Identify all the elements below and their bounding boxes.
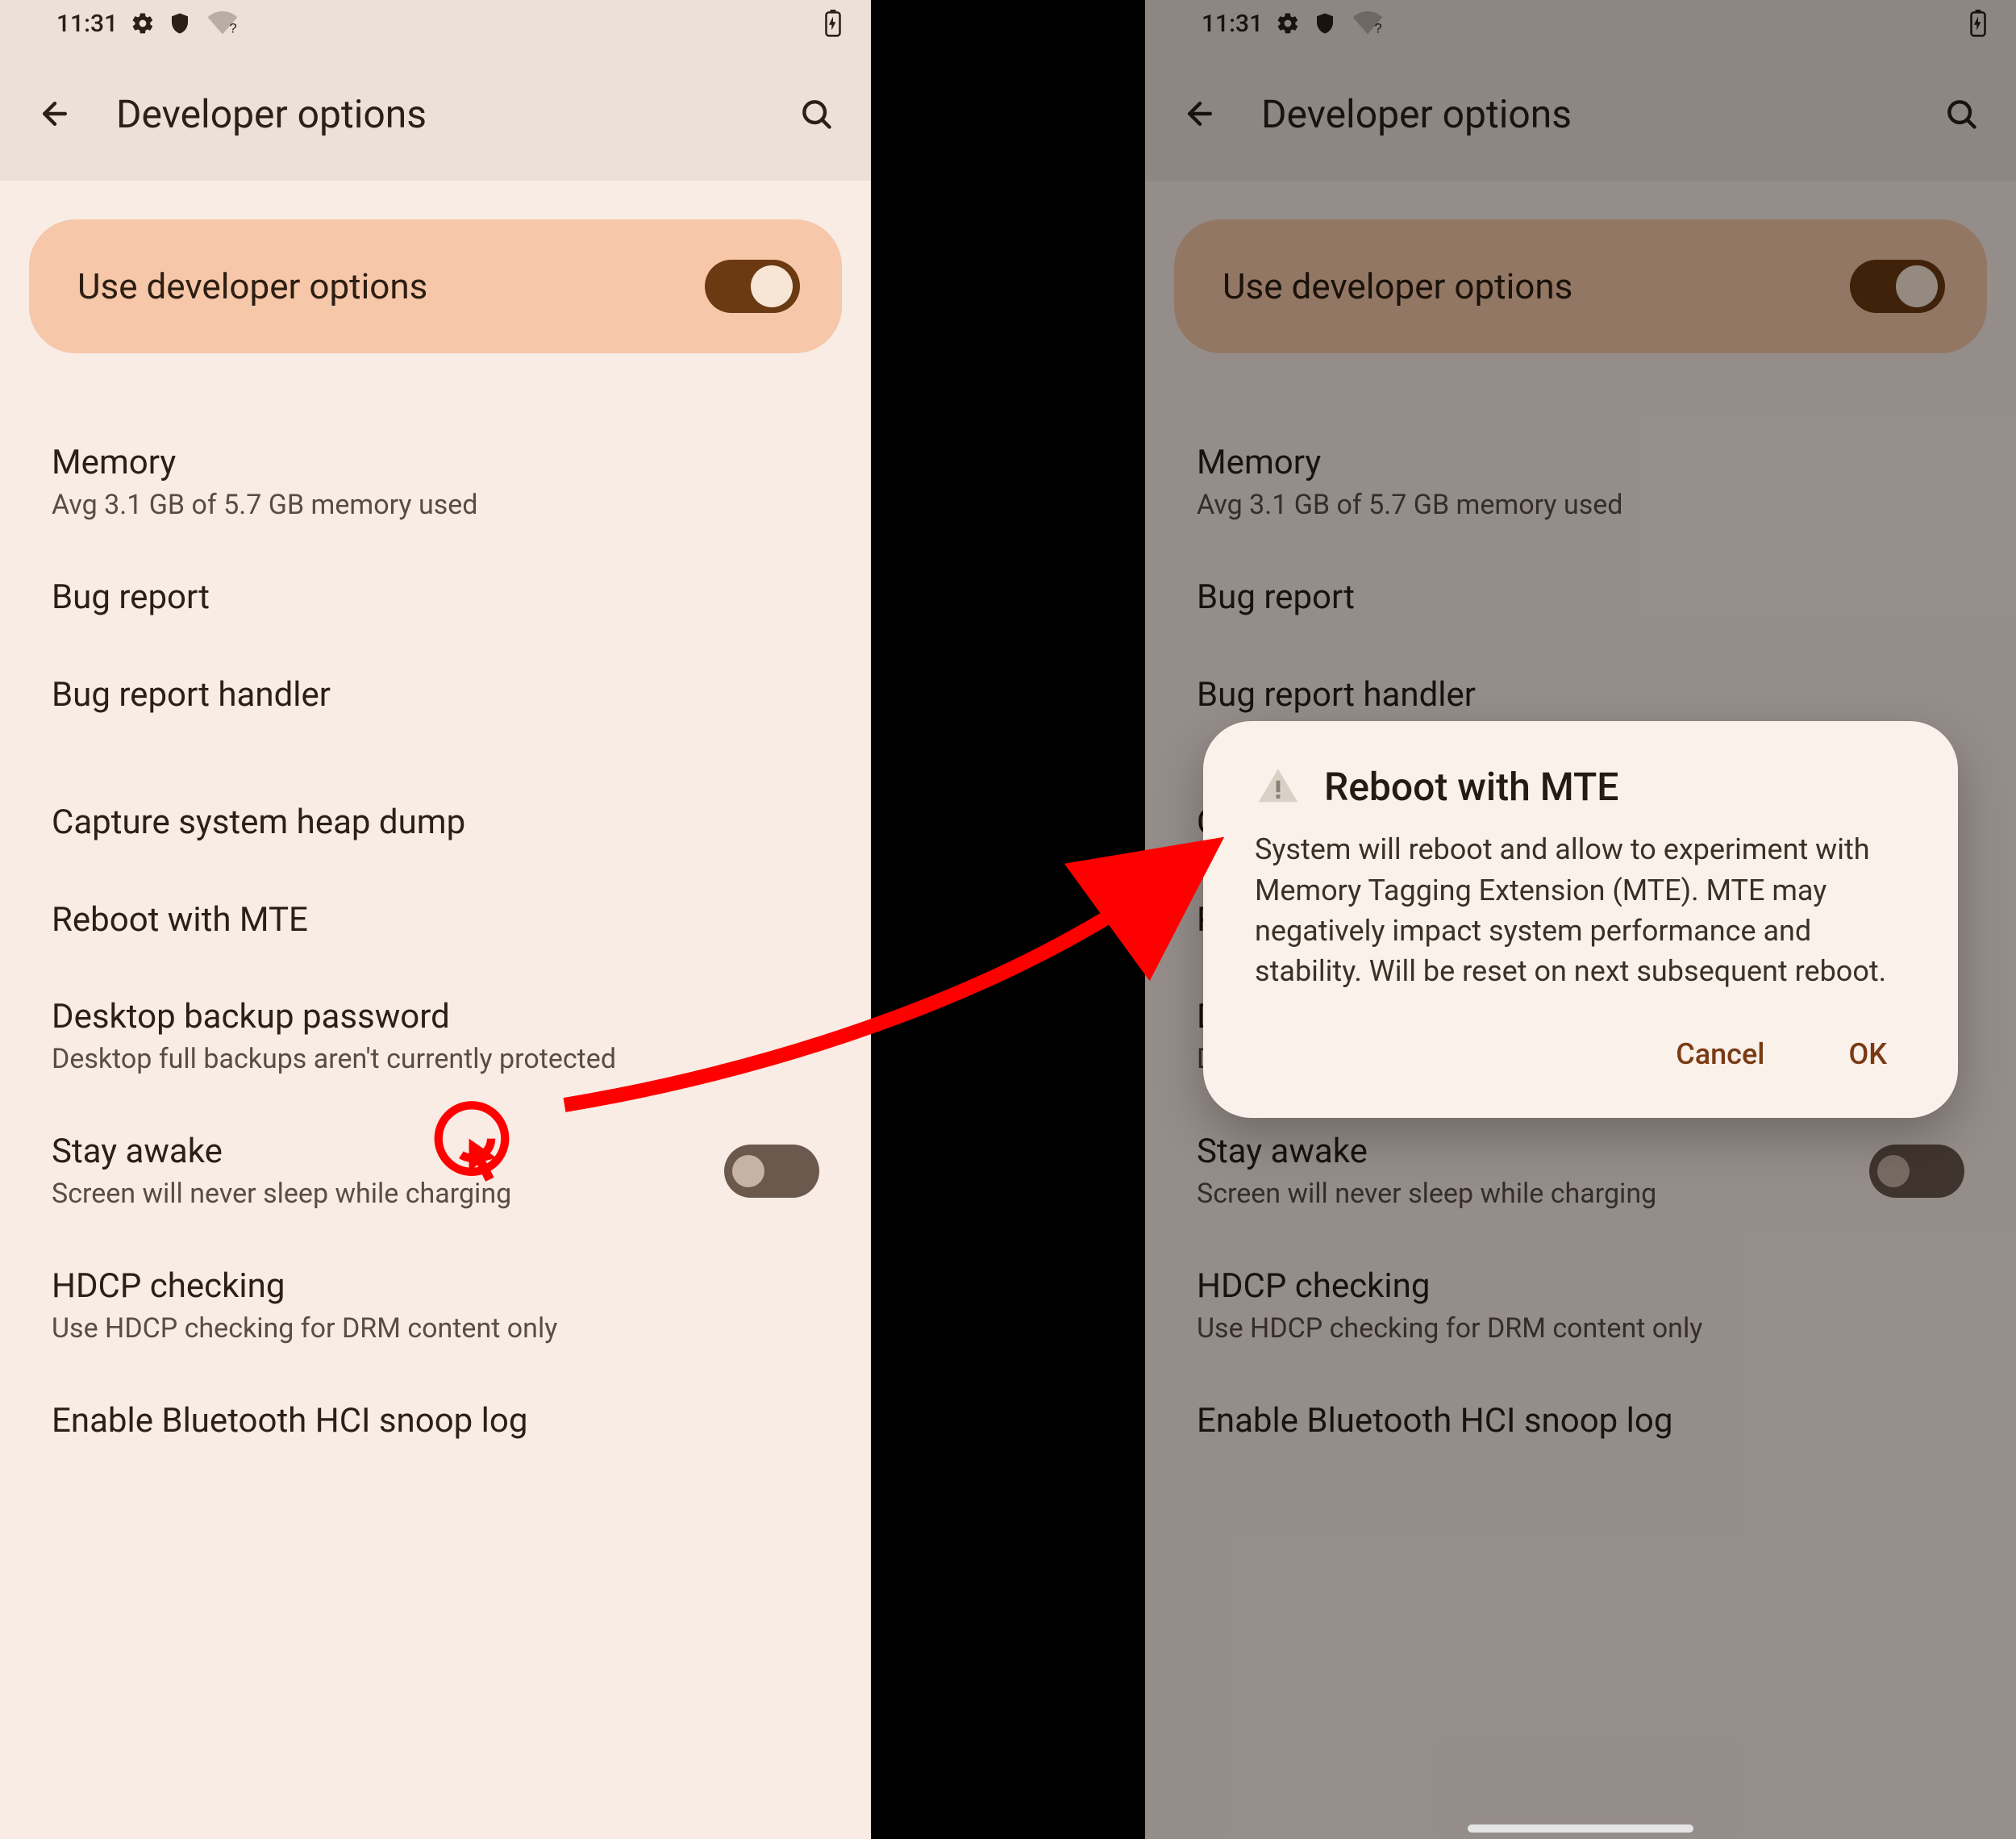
item-hdcp[interactable]: HDCP checking Use HDCP checking for DRM … bbox=[52, 1238, 819, 1373]
dialog-ok-button[interactable]: OK bbox=[1829, 1024, 1906, 1084]
stay-awake-switch[interactable] bbox=[724, 1145, 819, 1198]
gear-icon bbox=[131, 11, 155, 35]
item-memory-title: Memory bbox=[52, 442, 819, 485]
settings-list: Memory Avg 3.1 GB of 5.7 GB memory used … bbox=[29, 353, 842, 1470]
item-hdcp-title: HDCP checking bbox=[52, 1266, 819, 1308]
item-reboot-mte-title: Reboot with MTE bbox=[52, 899, 819, 942]
content-area: Use developer options Memory Avg 3.1 GB … bbox=[0, 181, 871, 1470]
item-memory-subtitle: Avg 3.1 GB of 5.7 GB memory used bbox=[52, 488, 819, 523]
phone-left: 11:31 ? Developer o bbox=[0, 0, 871, 1839]
master-toggle[interactable]: Use developer options bbox=[29, 219, 842, 353]
item-stay-awake[interactable]: Stay awake Screen will never sleep while… bbox=[52, 1103, 819, 1238]
app-bar: Developer options bbox=[0, 47, 871, 181]
item-stay-awake-subtitle: Screen will never sleep while charging bbox=[52, 1177, 724, 1211]
item-capture-heap-title: Capture system heap dump bbox=[52, 802, 819, 844]
item-reboot-mte[interactable]: Reboot with MTE bbox=[52, 872, 819, 970]
wifi-question-icon: ? bbox=[205, 11, 240, 35]
phone-right: 11:31 ? Developer option bbox=[1145, 0, 2016, 1839]
master-toggle-label: Use developer options bbox=[77, 265, 427, 307]
item-capture-heap[interactable]: Capture system heap dump bbox=[52, 774, 819, 872]
item-bug-report[interactable]: Bug report bbox=[52, 549, 819, 647]
svg-text:?: ? bbox=[229, 21, 236, 35]
warning-icon bbox=[1255, 763, 1302, 810]
item-bug-report-title: Bug report bbox=[52, 577, 819, 619]
item-desktop-backup-title: Desktop backup password bbox=[52, 996, 819, 1039]
item-bug-report-handler[interactable]: Bug report handler bbox=[52, 647, 819, 744]
gap bbox=[871, 0, 1145, 1839]
item-desktop-backup[interactable]: Desktop backup password Desktop full bac… bbox=[52, 969, 819, 1103]
status-bar: 11:31 ? bbox=[0, 0, 871, 47]
dialog-title: Reboot with MTE bbox=[1324, 764, 1618, 810]
item-hdcp-subtitle: Use HDCP checking for DRM content only bbox=[52, 1311, 819, 1346]
toggle-switch[interactable] bbox=[705, 260, 800, 313]
item-desktop-backup-subtitle: Desktop full backups aren't currently pr… bbox=[52, 1042, 819, 1077]
item-bt-hci-title: Enable Bluetooth HCI snoop log bbox=[52, 1400, 819, 1443]
item-memory[interactable]: Memory Avg 3.1 GB of 5.7 GB memory used bbox=[52, 415, 819, 549]
status-time: 11:31 bbox=[56, 10, 118, 38]
reboot-mte-dialog: Reboot with MTE System will reboot and a… bbox=[1203, 721, 1958, 1118]
shield-icon bbox=[168, 11, 192, 35]
page-title: Developer options bbox=[116, 91, 755, 137]
item-stay-awake-title: Stay awake bbox=[52, 1131, 724, 1174]
home-indicator[interactable] bbox=[1468, 1824, 1693, 1833]
back-button[interactable] bbox=[29, 88, 81, 140]
search-button[interactable] bbox=[790, 88, 842, 140]
item-bug-report-handler-title: Bug report handler bbox=[52, 674, 819, 717]
dialog-cancel-button[interactable]: Cancel bbox=[1656, 1024, 1784, 1084]
battery-icon bbox=[824, 10, 842, 37]
dialog-body: System will reboot and allow to experime… bbox=[1255, 829, 1906, 992]
dialog-overlay[interactable]: Reboot with MTE System will reboot and a… bbox=[1145, 0, 2016, 1839]
item-bt-hci[interactable]: Enable Bluetooth HCI snoop log bbox=[52, 1373, 819, 1470]
